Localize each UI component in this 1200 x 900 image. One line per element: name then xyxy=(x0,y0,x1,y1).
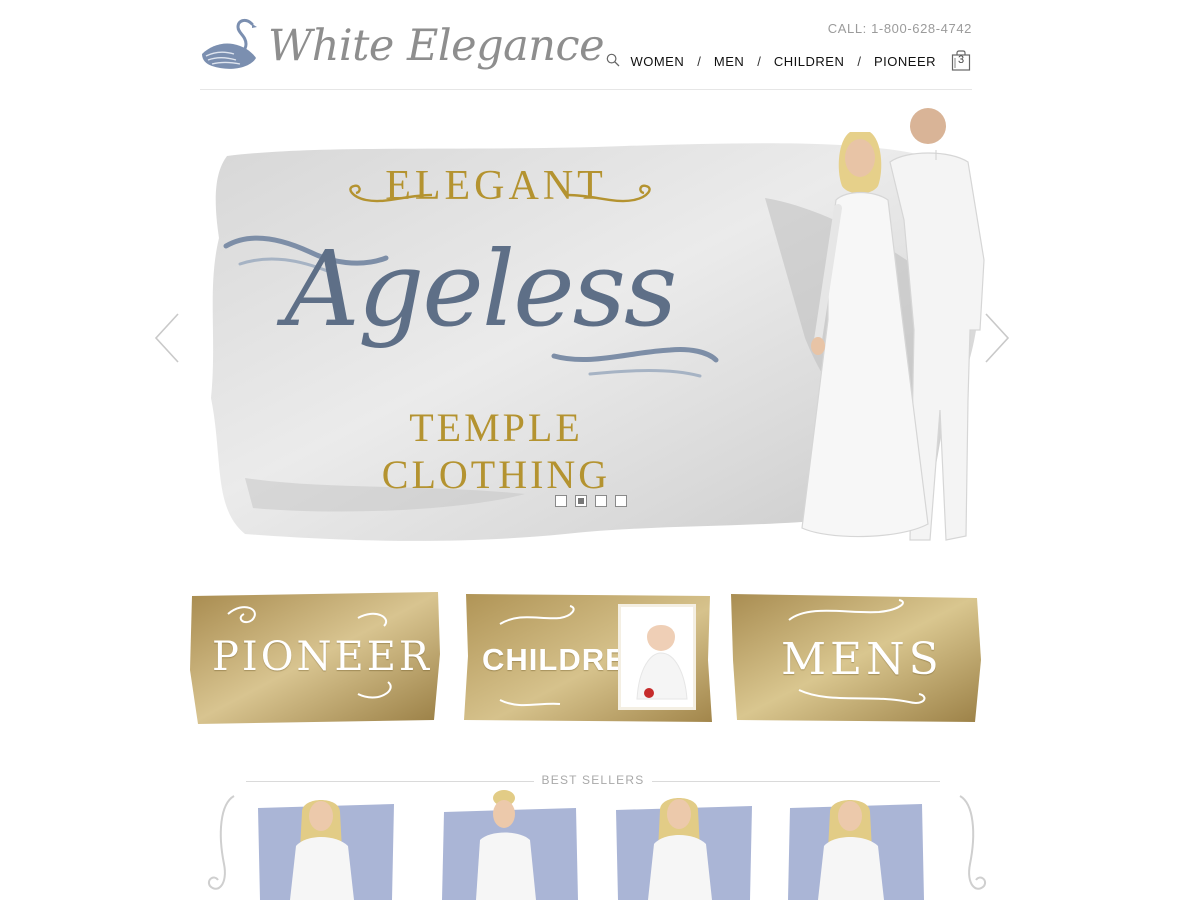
product-card[interactable] xyxy=(440,790,580,900)
swan-icon xyxy=(200,18,266,74)
brand-name: White Elegance xyxy=(268,21,605,71)
best-sellers-title: BEST SELLERS xyxy=(533,773,653,787)
nav-separator: / xyxy=(757,53,761,69)
nav-men[interactable]: MEN xyxy=(714,54,744,69)
phone-number[interactable]: CALL: 1-800-628-4742 xyxy=(828,21,972,36)
slide-dot-4[interactable] xyxy=(615,495,627,507)
category-label: MENS xyxy=(781,634,943,685)
nav-pioneer[interactable]: PIONEER xyxy=(874,54,936,69)
category-tile-pioneer[interactable]: PIONEER xyxy=(188,590,442,724)
slide-dot-3[interactable] xyxy=(595,495,607,507)
product-card[interactable] xyxy=(786,790,926,900)
ornament-right xyxy=(567,184,651,203)
nav-children[interactable]: CHILDREN xyxy=(774,54,844,69)
flourish-right xyxy=(959,795,986,890)
category-tile-children[interactable]: CHILDREN xyxy=(460,590,714,724)
best-sellers-header: BEST SELLERS xyxy=(246,772,940,790)
chevron-left-icon[interactable] xyxy=(152,310,182,366)
chevron-right-icon[interactable] xyxy=(982,310,1012,366)
hero-slider: ELEGANT Ageless TEMPLE CLOTHING xyxy=(150,100,1020,560)
slide-dot-1[interactable] xyxy=(555,495,567,507)
search-icon[interactable] xyxy=(606,53,622,69)
category-tile-mens[interactable]: MENS xyxy=(729,590,983,724)
main-nav: WOMEN / MEN / CHILDREN / PIONEER 3 xyxy=(606,46,972,76)
nav-separator: / xyxy=(697,53,701,69)
nav-separator: / xyxy=(857,53,861,69)
category-label: PIONEER xyxy=(212,634,433,680)
product-card[interactable] xyxy=(614,790,754,900)
hero-model-couple xyxy=(801,108,985,541)
product-card[interactable] xyxy=(256,790,396,900)
site-header: White Elegance CALL: 1-800-628-4742 WOME… xyxy=(200,0,972,90)
category-tiles: PIONEER CHILDREN MENS xyxy=(188,590,988,730)
slide-dot-2[interactable] xyxy=(575,495,587,507)
shopping-bag-icon[interactable]: 3 xyxy=(950,50,972,72)
logo[interactable]: White Elegance xyxy=(200,14,605,78)
cart-count: 3 xyxy=(957,54,965,66)
flourish-left xyxy=(208,795,235,890)
hero-headline-temple: TEMPLE CLOTHING xyxy=(381,405,611,497)
nav-women[interactable]: WOMEN xyxy=(630,54,684,69)
category-photo-baby xyxy=(618,604,696,710)
slider-pagination xyxy=(555,495,627,507)
